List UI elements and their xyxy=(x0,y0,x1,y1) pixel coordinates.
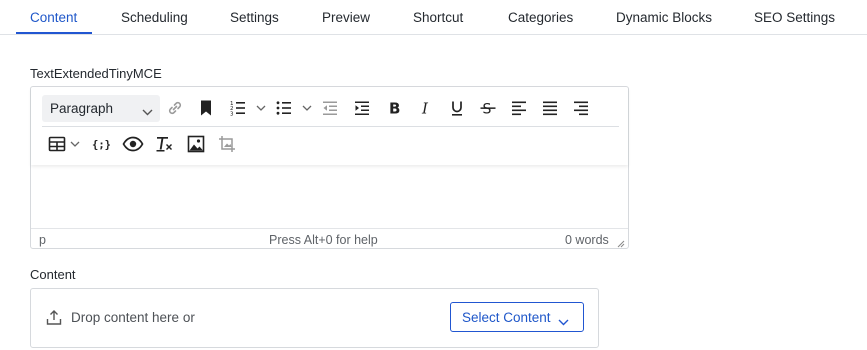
link-icon[interactable] xyxy=(162,95,188,121)
tab-shortcut[interactable]: Shortcut xyxy=(413,0,463,35)
active-tab-indicator xyxy=(16,32,92,34)
table-chevron-down-icon[interactable] xyxy=(69,131,81,157)
indent-icon[interactable] xyxy=(349,95,375,121)
editor-statusbar: p Press Alt+0 for help 0 words xyxy=(31,228,628,248)
code-sample-icon[interactable]: {;} xyxy=(87,131,113,157)
resize-handle-icon[interactable] xyxy=(616,237,625,248)
block-format-select[interactable]: Paragraph xyxy=(42,95,160,122)
preview-icon[interactable] xyxy=(120,131,146,157)
select-content-label: Select Content xyxy=(462,310,551,325)
drop-content-text: Drop content here or xyxy=(71,310,195,325)
word-count[interactable]: 0 words xyxy=(565,233,609,247)
element-path[interactable]: p xyxy=(39,233,46,247)
tab-bar: Content Scheduling Settings Preview Shor… xyxy=(0,0,867,35)
upload-icon xyxy=(46,309,62,329)
clear-formatting-icon[interactable] xyxy=(151,131,177,157)
tab-preview[interactable]: Preview xyxy=(322,0,370,35)
tab-seo-settings[interactable]: SEO Settings xyxy=(754,0,835,35)
bullet-list-chevron-down-icon[interactable] xyxy=(301,95,313,121)
numbered-list-chevron-down-icon[interactable] xyxy=(255,95,267,121)
bold-icon[interactable]: B xyxy=(381,95,407,121)
crop-icon[interactable] xyxy=(214,131,240,157)
image-icon[interactable] xyxy=(183,131,209,157)
select-content-button[interactable]: Select Content xyxy=(450,302,584,332)
outdent-icon[interactable] xyxy=(317,95,343,121)
numbered-list-icon[interactable]: 123 xyxy=(225,95,251,121)
italic-icon[interactable]: I xyxy=(413,95,439,121)
align-left-icon[interactable] xyxy=(506,95,532,121)
block-format-value: Paragraph xyxy=(50,101,114,116)
editor-field-label: TextExtendedTinyMCE xyxy=(30,66,162,81)
content-field-label: Content xyxy=(30,267,76,282)
toolbar-divider xyxy=(42,126,619,127)
tab-scheduling[interactable]: Scheduling xyxy=(121,0,188,35)
rich-text-editor: Paragraph 123 B I S {;} p Press Alt+0 fo… xyxy=(30,86,629,249)
svg-text:{;}: {;} xyxy=(92,139,110,151)
tab-categories[interactable]: Categories xyxy=(508,0,573,35)
bullet-list-icon[interactable] xyxy=(271,95,297,121)
editor-toolbar: Paragraph 123 B I S {;} xyxy=(31,87,628,165)
chevron-down-icon xyxy=(558,314,569,329)
editor-content-area[interactable] xyxy=(31,165,628,227)
align-justify-icon[interactable] xyxy=(537,95,563,121)
tab-dynamic-blocks[interactable]: Dynamic Blocks xyxy=(616,0,712,35)
svg-text:3: 3 xyxy=(230,111,234,117)
table-icon[interactable] xyxy=(44,131,70,157)
svg-text:B: B xyxy=(389,100,400,118)
accessibility-help-text: Press Alt+0 for help xyxy=(269,233,378,247)
tab-settings[interactable]: Settings xyxy=(230,0,279,35)
align-right-icon[interactable] xyxy=(568,95,594,121)
svg-text:S: S xyxy=(483,102,492,118)
tab-content[interactable]: Content xyxy=(30,0,77,35)
underline-icon[interactable] xyxy=(444,95,470,121)
chevron-down-icon xyxy=(142,104,153,119)
bookmark-icon[interactable] xyxy=(193,95,219,121)
svg-text:I: I xyxy=(421,100,429,118)
content-dropzone[interactable]: Drop content here or Select Content xyxy=(30,288,599,348)
strikethrough-icon[interactable]: S xyxy=(475,95,501,121)
